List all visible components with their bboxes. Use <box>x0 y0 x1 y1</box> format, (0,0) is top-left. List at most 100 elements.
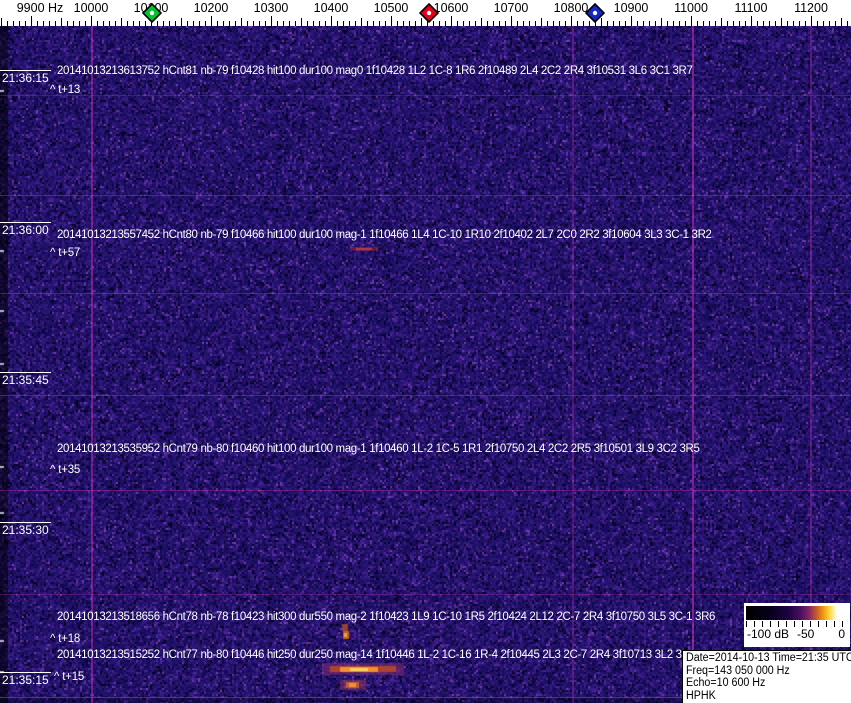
colorbar-label-max: 0 <box>838 627 845 641</box>
detection-time-offset: ^ t+57 <box>50 247 81 259</box>
time-label: 21:35:30 <box>0 522 51 537</box>
ruler-tick <box>1 18 2 26</box>
colorbar-gradient <box>746 606 843 620</box>
ruler-tick <box>757 21 758 26</box>
status-info-box: Date=2014-10-13 Time=21:35 UTC Freq=143 … <box>682 650 851 703</box>
ruler-tick <box>541 18 542 26</box>
ruler-tick <box>715 21 716 26</box>
ruler-tick <box>793 21 794 26</box>
ruler-tick <box>169 21 170 26</box>
ruler-tick <box>343 21 344 26</box>
ruler-tick <box>235 21 236 26</box>
ruler-tick <box>727 21 728 26</box>
ruler-tick <box>313 21 314 26</box>
grid-line-horizontal <box>0 594 851 595</box>
ruler-tick <box>709 21 710 26</box>
ruler-tick <box>511 16 512 26</box>
detection-line: 20141013213535952 hCnt79 nb-80 f10460 hi… <box>57 443 700 455</box>
ruler-frequency-label: 10300 <box>253 1 289 15</box>
ruler-tick <box>115 21 116 26</box>
ruler-tick <box>241 18 242 26</box>
ruler-tick <box>211 16 212 26</box>
marker-green-diamond-icon[interactable] <box>142 3 162 23</box>
ruler-tick <box>607 21 608 26</box>
grid-line-horizontal <box>0 395 851 396</box>
ruler-tick <box>85 21 86 26</box>
ruler-tick <box>517 21 518 26</box>
ruler-tick <box>685 21 686 26</box>
ruler-tick <box>79 21 80 26</box>
ruler-tick <box>55 21 56 26</box>
ruler-tick <box>181 18 182 26</box>
ruler-tick <box>331 16 332 26</box>
ruler-frequency-label: 11000 <box>674 1 708 15</box>
ruler-tick <box>193 21 194 26</box>
time-label: 21:36:00 <box>0 222 51 237</box>
ruler-tick <box>205 21 206 26</box>
ruler-tick <box>751 16 752 26</box>
ruler-tick <box>319 21 320 26</box>
ruler-tick <box>445 21 446 26</box>
ruler-tick <box>349 21 350 26</box>
time-label: 21:36:15 <box>0 70 51 85</box>
info-date-time: Date=2014-10-13 Time=21:35 UTC <box>686 652 851 664</box>
grid-line-vertical <box>810 26 812 703</box>
ruler-tick <box>787 21 788 26</box>
ruler-tick <box>553 21 554 26</box>
ruler-tick <box>487 21 488 26</box>
marker-blue-diamond-icon[interactable] <box>585 3 605 23</box>
ruler-tick <box>439 21 440 26</box>
ruler-tick <box>121 18 122 26</box>
grid-line-horizontal <box>0 95 851 96</box>
ruler-tick <box>229 21 230 26</box>
ruler-tick <box>217 21 218 26</box>
ruler-tick <box>823 21 824 26</box>
ruler-tick <box>781 18 782 26</box>
ruler-tick <box>817 21 818 26</box>
ruler-tick <box>835 21 836 26</box>
ruler-tick <box>67 21 68 26</box>
ruler-tick <box>811 16 812 26</box>
ruler-tick <box>697 21 698 26</box>
ruler-tick <box>91 16 92 26</box>
ruler-tick <box>19 21 20 26</box>
ruler-tick <box>475 21 476 26</box>
ruler-tick <box>649 21 650 26</box>
grid-line-horizontal <box>0 490 851 491</box>
ruler-tick <box>133 21 134 26</box>
ruler-frequency-label: 10400 <box>313 1 349 15</box>
detection-time-offset: ^ t+18 <box>50 633 81 645</box>
ruler-tick <box>691 16 692 26</box>
ruler-tick <box>733 21 734 26</box>
colorbar-label-mid: -50 <box>797 627 815 641</box>
ruler-tick <box>847 21 848 26</box>
ruler-tick <box>769 21 770 26</box>
grid-line-vertical <box>692 26 694 703</box>
ruler-tick <box>103 21 104 26</box>
detection-time-offset: ^ t+15 <box>54 671 85 683</box>
ruler-tick <box>355 21 356 26</box>
ruler-frequency-label: 10500 <box>373 1 409 15</box>
ruler-tick <box>127 21 128 26</box>
ruler-tick <box>481 18 482 26</box>
meteor-echo-spectrogram-app: 9900 Hz100001010010200103001040010500106… <box>0 0 851 703</box>
ruler-tick <box>451 16 452 26</box>
ruler-tick <box>619 21 620 26</box>
info-echo: Echo=10 600 Hz <box>686 677 766 690</box>
ruler-tick <box>295 21 296 26</box>
spectrogram-canvas[interactable] <box>0 26 851 703</box>
detection-line: 20141013213515252 hCnt77 nb-80 f10446 hi… <box>57 649 682 661</box>
ruler-tick <box>25 21 26 26</box>
ruler-tick <box>535 21 536 26</box>
ruler-tick <box>175 21 176 26</box>
marker-red-diamond-icon[interactable] <box>419 3 439 23</box>
ruler-tick <box>271 16 272 26</box>
detection-line: 20141013213518656 hCnt78 nb-78 f10423 hi… <box>57 611 716 623</box>
ruler-tick <box>667 21 668 26</box>
ruler-tick <box>529 21 530 26</box>
ruler-tick <box>643 21 644 26</box>
spectrogram-area[interactable]: 21:36:15 21:36:00 21:35:45 21:35:30 21:35:15… <box>0 26 851 703</box>
grid-line-vertical <box>572 26 574 703</box>
ruler-tick <box>43 21 44 26</box>
info-station: HPHK <box>686 689 716 702</box>
